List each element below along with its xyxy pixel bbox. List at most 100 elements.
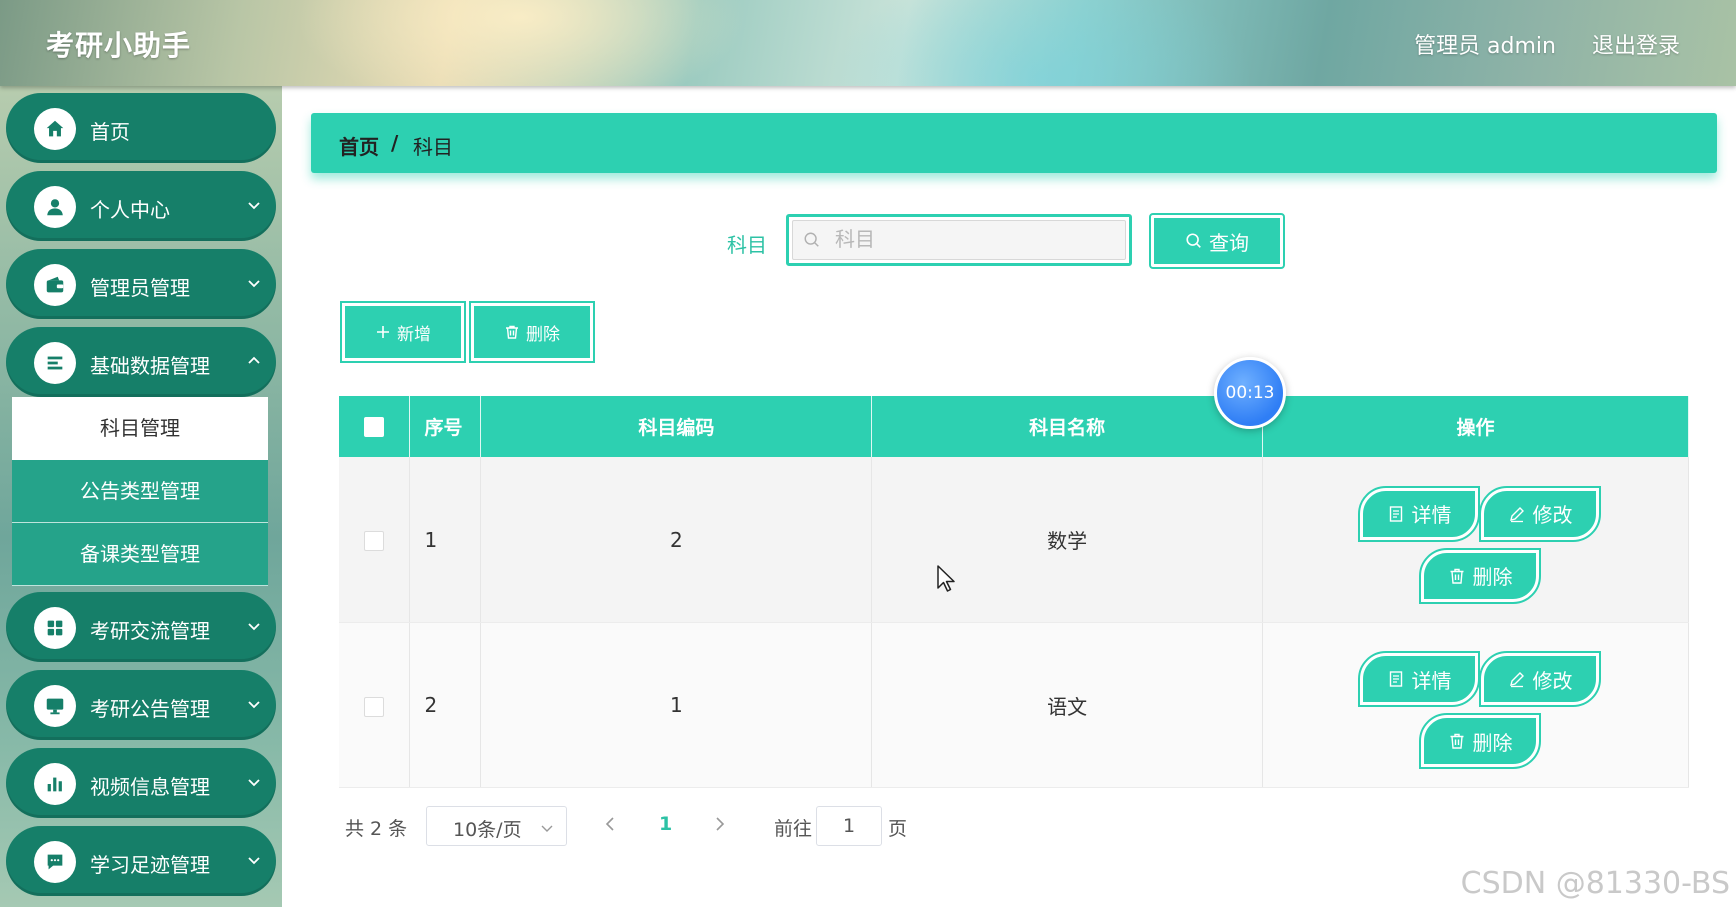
search-icon bbox=[1186, 233, 1201, 248]
goto-page-input[interactable] bbox=[816, 806, 882, 846]
document-icon bbox=[1390, 505, 1403, 522]
cell-name: 语文 bbox=[871, 622, 1263, 788]
table-header-row: 序号 科目编码 科目名称 操作 bbox=[339, 396, 1690, 457]
sidebar-item-label: 基础数据管理 bbox=[90, 354, 210, 378]
submenu-basic-data: 科目管理 公告类型管理 备课类型管理 bbox=[12, 397, 268, 586]
page-size-value: 10条/页 bbox=[453, 819, 522, 841]
edit-button[interactable]: 修改 bbox=[1479, 651, 1602, 707]
cell-name: 数学 bbox=[871, 457, 1263, 623]
chevron-right-icon[interactable] bbox=[710, 814, 730, 834]
chat-icon bbox=[34, 841, 76, 883]
sidebar-item-label: 首页 bbox=[90, 120, 130, 144]
chevron-down-icon bbox=[248, 280, 260, 288]
cell-index: 2 bbox=[409, 622, 482, 788]
edit-icon bbox=[1510, 672, 1525, 688]
edit-button-label: 修改 bbox=[1532, 503, 1573, 527]
select-all-cell bbox=[339, 396, 411, 457]
sidebar-item-exchange[interactable]: 考研交流管理 bbox=[6, 592, 276, 662]
home-icon bbox=[34, 108, 76, 150]
table-row: 2 1 语文 详情 修改 删除 bbox=[339, 622, 1690, 788]
row-select-cell bbox=[339, 622, 411, 788]
trash-icon bbox=[1450, 733, 1464, 749]
col-header-index: 序号 bbox=[409, 396, 482, 457]
add-button[interactable]: 新增 bbox=[340, 301, 466, 363]
chevron-down-icon bbox=[248, 701, 260, 709]
breadcrumb-separator: / bbox=[391, 131, 399, 155]
delete-button-label: 删除 bbox=[1472, 730, 1513, 755]
sidebar-item-admin[interactable]: 管理员管理 bbox=[6, 249, 276, 319]
recording-timer: 00:13 bbox=[1214, 357, 1286, 429]
document-icon bbox=[1390, 671, 1403, 687]
search-label: 科目 bbox=[727, 233, 767, 257]
plus-icon bbox=[377, 326, 389, 338]
batch-delete-label: 删除 bbox=[526, 324, 560, 345]
trash-icon bbox=[506, 325, 518, 339]
sidebar-subitem-notice-type[interactable]: 公告类型管理 bbox=[12, 460, 268, 523]
goto-suffix: 页 bbox=[888, 818, 908, 840]
search-icon bbox=[804, 232, 819, 247]
sidebar-item-video[interactable]: 视频信息管理 bbox=[6, 748, 276, 818]
col-header-name: 科目名称 bbox=[871, 396, 1263, 457]
pagination-total: 共 2 条 bbox=[345, 818, 408, 840]
detail-button-label: 详情 bbox=[1411, 668, 1452, 693]
cell-index: 1 bbox=[409, 457, 482, 623]
detail-button[interactable]: 详情 bbox=[1358, 651, 1481, 707]
delete-button[interactable]: 删除 bbox=[1419, 713, 1542, 769]
subject-table: 序号 科目编码 科目名称 操作 1 2 数学 详情 修改 删除 2 1 语文 详… bbox=[339, 396, 1690, 788]
row-actions: 详情 修改 删除 bbox=[1265, 465, 1685, 615]
search-input[interactable] bbox=[833, 223, 1117, 255]
sidebar-item-basic-data[interactable]: 基础数据管理 bbox=[6, 327, 276, 397]
top-header: 考研小助手 管理员 admin 退出登录 bbox=[0, 0, 1736, 86]
col-header-actions: 操作 bbox=[1262, 396, 1690, 457]
sidebar-item-label: 学习足迹管理 bbox=[90, 853, 210, 877]
page-size-select[interactable]: 10条/页 bbox=[426, 806, 567, 846]
chevron-down-icon bbox=[248, 779, 260, 787]
add-button-label: 新增 bbox=[397, 324, 431, 345]
sidebar-item-notice[interactable]: 考研公告管理 bbox=[6, 670, 276, 740]
watermark: CSDN @81330-BS bbox=[1460, 866, 1730, 901]
cell-actions: 详情 修改 删除 bbox=[1262, 457, 1690, 623]
sidebar-subitem-lesson-type[interactable]: 备课类型管理 bbox=[12, 523, 268, 586]
row-select-cell bbox=[339, 457, 411, 623]
batch-delete-button[interactable]: 删除 bbox=[469, 301, 595, 363]
goto-label: 前往 bbox=[774, 818, 813, 840]
breadcrumb-current: 科目 bbox=[413, 135, 453, 159]
row-actions: 详情 修改 删除 bbox=[1265, 630, 1685, 780]
page-number-current[interactable]: 1 bbox=[659, 813, 672, 835]
chevron-down-icon bbox=[248, 623, 260, 631]
chevron-down-icon bbox=[248, 202, 260, 210]
edit-icon bbox=[1510, 506, 1525, 522]
delete-button-label: 删除 bbox=[1472, 565, 1513, 589]
trash-icon bbox=[1450, 568, 1464, 584]
cell-actions: 详情 修改 删除 bbox=[1262, 622, 1690, 788]
row-checkbox[interactable] bbox=[364, 696, 385, 717]
cell-code: 1 bbox=[480, 622, 873, 788]
sidebar-item-label: 视频信息管理 bbox=[90, 775, 210, 799]
grid-icon bbox=[34, 607, 76, 649]
list-icon bbox=[34, 342, 76, 384]
current-user-label: 管理员 admin bbox=[1414, 34, 1556, 59]
select-all-checkbox[interactable] bbox=[364, 417, 385, 437]
app-logo: 考研小助手 bbox=[46, 29, 192, 62]
query-button[interactable]: 查询 bbox=[1149, 213, 1285, 269]
mouse-cursor-icon bbox=[937, 565, 955, 592]
detail-button[interactable]: 详情 bbox=[1358, 485, 1481, 542]
sidebar-item-footprint[interactable]: 学习足迹管理 bbox=[6, 826, 276, 896]
chevron-down-icon bbox=[541, 825, 553, 832]
col-header-code: 科目编码 bbox=[480, 396, 873, 457]
row-checkbox[interactable] bbox=[364, 531, 385, 551]
monitor-icon bbox=[34, 685, 76, 727]
bar-chart-icon bbox=[34, 763, 76, 805]
chevron-down-icon bbox=[248, 857, 260, 865]
sidebar-subitem-subject[interactable]: 科目管理 bbox=[12, 397, 268, 460]
sidebar-item-label: 管理员管理 bbox=[90, 276, 190, 300]
edit-button[interactable]: 修改 bbox=[1479, 485, 1602, 542]
sidebar-item-home[interactable]: 首页 bbox=[6, 93, 276, 163]
sidebar-item-label: 个人中心 bbox=[90, 198, 170, 222]
sidebar-item-profile[interactable]: 个人中心 bbox=[6, 171, 276, 241]
delete-button[interactable]: 删除 bbox=[1419, 547, 1542, 604]
logout-link[interactable]: 退出登录 bbox=[1592, 28, 1680, 60]
breadcrumb-home[interactable]: 首页 bbox=[339, 131, 379, 160]
chevron-left-icon[interactable] bbox=[600, 814, 620, 834]
user-icon bbox=[34, 186, 76, 228]
